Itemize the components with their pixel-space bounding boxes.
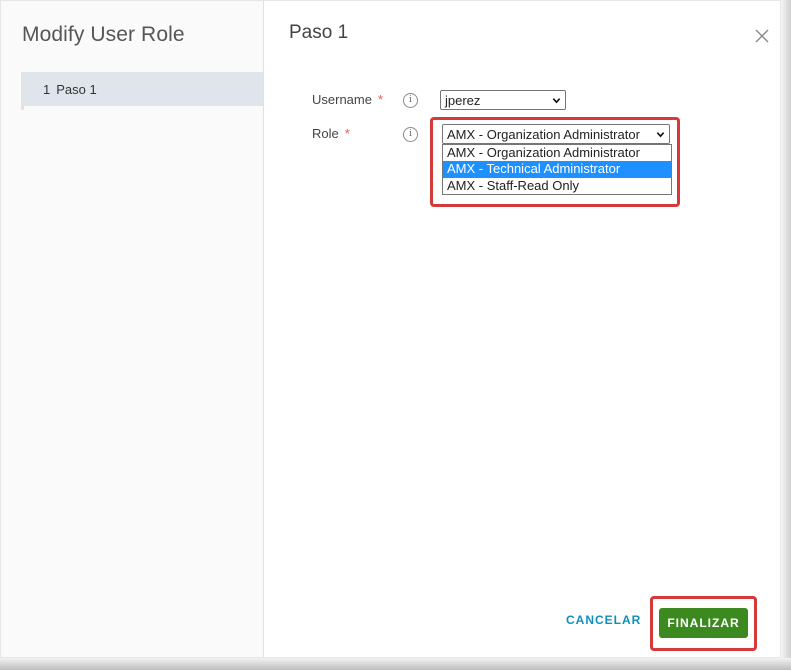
- username-select-value: jperez: [445, 92, 481, 108]
- required-asterisk: *: [344, 126, 350, 141]
- role-label: Role: [312, 126, 339, 141]
- cancel-button[interactable]: CANCELAR: [566, 613, 641, 633]
- close-icon[interactable]: [753, 27, 771, 45]
- step-label: Paso 1: [56, 81, 97, 97]
- username-label: Username: [312, 92, 372, 107]
- required-asterisk: *: [377, 92, 384, 107]
- finish-button-highlight-box: [650, 596, 757, 651]
- step-number: 1: [43, 81, 51, 97]
- modify-user-role-dialog: Modify User Role 1 Paso 1 Paso 1 Usernam…: [0, 0, 781, 658]
- username-info-icon[interactable]: i: [403, 93, 418, 108]
- window-shadow-right: [781, 0, 791, 670]
- role-info-icon[interactable]: i: [403, 127, 418, 142]
- window-shadow-bottom: [0, 658, 791, 670]
- dialog-title: Modify User Role: [22, 23, 185, 46]
- username-label-row: Username *: [312, 92, 383, 107]
- role-dropdown-highlight-box: [430, 117, 680, 207]
- username-select[interactable]: jperez: [440, 90, 566, 110]
- step-title: Paso 1: [289, 22, 349, 43]
- chevron-down-icon: [552, 97, 561, 103]
- role-label-row: Role *: [312, 126, 350, 141]
- sidebar-step-1[interactable]: 1 Paso 1: [24, 72, 263, 106]
- steps-sidebar: Modify User Role 1 Paso 1: [1, 1, 264, 657]
